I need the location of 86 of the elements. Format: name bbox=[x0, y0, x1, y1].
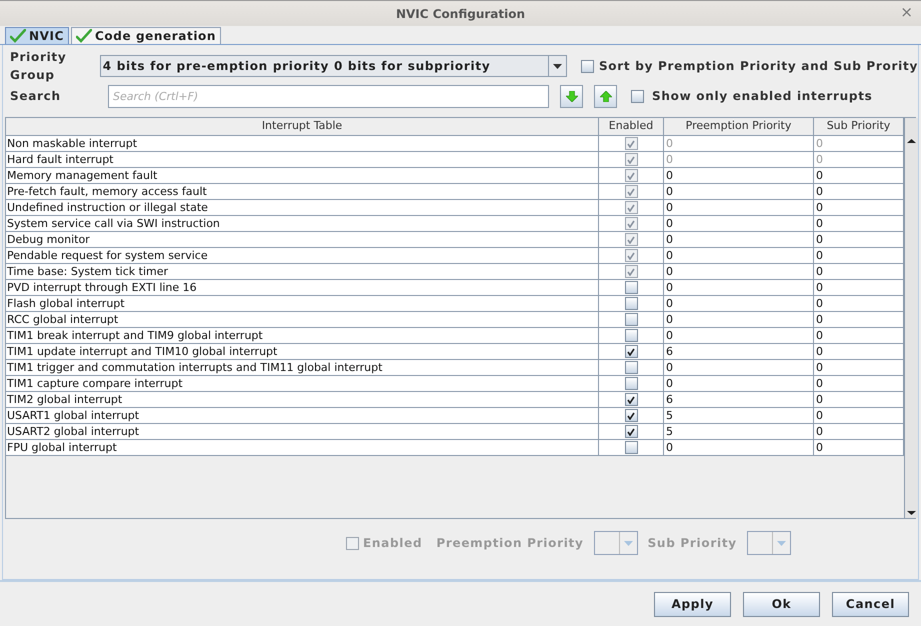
table-cell: Memory management fault bbox=[6, 168, 599, 183]
table-cell: USART1 global interrupt bbox=[6, 408, 599, 423]
preemption-priority-dropdown[interactable] bbox=[594, 531, 638, 555]
table-cell: Non maskable interrupt bbox=[6, 136, 599, 151]
column-header[interactable]: Preemption Priority bbox=[664, 118, 814, 135]
table-cell: FPU global interrupt bbox=[6, 440, 599, 455]
enabled-checkbox[interactable] bbox=[624, 361, 638, 374]
table-cell: 0 bbox=[664, 248, 814, 263]
priority-group-dropdown[interactable]: 4 bits for pre-emption priority 0 bits for subpriority bbox=[100, 55, 567, 77]
enabled-checkbox[interactable] bbox=[624, 409, 638, 422]
table-cell: RCC global interrupt bbox=[6, 312, 599, 327]
search-field[interactable]: Search (Crtl+F) bbox=[108, 84, 549, 108]
table-cell: 0 bbox=[664, 184, 814, 199]
table-cell: 0 bbox=[664, 376, 814, 391]
table-cell: 6 bbox=[664, 392, 814, 407]
search-label: Search bbox=[10, 88, 62, 105]
up-arrow-icon bbox=[600, 90, 612, 102]
table-cell: PVD interrupt through EXTI line 16 bbox=[6, 280, 599, 295]
table-cell: 5 bbox=[664, 424, 814, 439]
enabled-checkbox[interactable] bbox=[624, 313, 638, 326]
enabled-checkbox[interactable] bbox=[624, 281, 638, 294]
enabled-checkbox[interactable] bbox=[624, 345, 638, 358]
preemption-priority-label: Preemption Priority bbox=[436, 535, 584, 552]
scroll-up-icon[interactable] bbox=[905, 136, 918, 146]
dropdown-arrow-icon bbox=[552, 64, 562, 68]
tab[interactable]: Code generation bbox=[71, 27, 222, 44]
table-cell: 0 bbox=[664, 152, 814, 167]
scrollbar[interactable] bbox=[904, 118, 918, 518]
check-icon bbox=[627, 348, 635, 356]
table-cell: 0 bbox=[664, 232, 814, 247]
table-cell: 5 bbox=[664, 408, 814, 423]
table-cell: TIM1 update interrupt and TIM10 global interrupt bbox=[6, 344, 599, 359]
table-cell: 0 bbox=[664, 360, 814, 375]
table-cell: 0 bbox=[664, 280, 814, 295]
sort-label: Sort by Premption Priority and Sub Prority bbox=[598, 58, 918, 75]
table-cell: Debug monitor bbox=[6, 232, 599, 247]
sub-priority-dropdown[interactable] bbox=[746, 531, 791, 555]
enabled-checkbox[interactable] bbox=[624, 297, 638, 310]
down-arrow-icon bbox=[566, 90, 578, 102]
dialog-button[interactable]: Cancel bbox=[832, 592, 909, 616]
column-header[interactable]: Enabled bbox=[599, 118, 664, 135]
table-cell: Pre-fetch fault, memory access fault bbox=[6, 184, 599, 199]
table-cell: 0 bbox=[664, 136, 814, 151]
table-cell: Hard fault interrupt bbox=[6, 152, 599, 167]
move-up-button[interactable] bbox=[594, 84, 617, 108]
column-header[interactable]: Interrupt Table bbox=[6, 118, 599, 135]
enabled-checkbox[interactable] bbox=[624, 393, 638, 406]
table-cell: 0 bbox=[664, 440, 814, 455]
check-icon bbox=[10, 29, 26, 43]
enabled-checkbox[interactable] bbox=[624, 441, 638, 454]
table-cell: 0 bbox=[664, 216, 814, 231]
table-cell: TIM1 break interrupt and TIM9 global interrupt bbox=[6, 328, 599, 343]
enabled-label: Enabled bbox=[363, 535, 422, 552]
dropdown-arrow-icon bbox=[624, 540, 633, 546]
show-enabled-checkbox[interactable] bbox=[631, 90, 644, 102]
table-cell: TIM1 trigger and commutation interrupts and TIM11 global interrupt bbox=[6, 360, 599, 375]
table-cell: Flash global interrupt bbox=[6, 296, 599, 311]
enabled-checkbox[interactable] bbox=[624, 329, 638, 342]
table-cell: 0 bbox=[664, 296, 814, 311]
table-cell: USART2 global interrupt bbox=[6, 424, 599, 439]
table-cell: 0 bbox=[664, 200, 814, 215]
table-cell: Pendable request for system service bbox=[6, 248, 599, 263]
table-cell: 0 bbox=[664, 328, 814, 343]
table-cell: 0 bbox=[664, 312, 814, 327]
table-cell: TIM1 capture compare interrupt bbox=[6, 376, 599, 391]
sub-priority-label: Sub Priority bbox=[648, 535, 737, 552]
tab[interactable]: NVIC bbox=[5, 27, 70, 44]
table-cell: 6 bbox=[664, 344, 814, 359]
priority-group-label: Priority Group bbox=[10, 49, 68, 84]
show-enabled-label: Show only enabled interrupts bbox=[652, 88, 873, 105]
dropdown-arrow-icon bbox=[776, 540, 786, 546]
table-cell: TIM2 global interrupt bbox=[6, 392, 599, 407]
dialog-button[interactable]: Apply bbox=[654, 592, 731, 616]
dialog-button[interactable]: Ok bbox=[743, 592, 820, 616]
table-cell: 0 bbox=[664, 168, 814, 183]
window-title: NVIC Configuration bbox=[396, 6, 526, 22]
table-cell: System service call via SWI instruction bbox=[6, 216, 599, 231]
table-cell: Undefined instruction or illegal state bbox=[6, 200, 599, 215]
enabled-checkbox[interactable] bbox=[624, 377, 638, 390]
move-down-button[interactable] bbox=[560, 84, 583, 108]
table-cell: 0 bbox=[664, 264, 814, 279]
enabled-checkbox[interactable] bbox=[624, 425, 638, 438]
check-icon bbox=[76, 29, 92, 43]
sort-checkbox[interactable] bbox=[580, 60, 594, 72]
scroll-down-icon[interactable] bbox=[905, 508, 918, 518]
table-cell: Time base: System tick timer bbox=[6, 264, 599, 279]
